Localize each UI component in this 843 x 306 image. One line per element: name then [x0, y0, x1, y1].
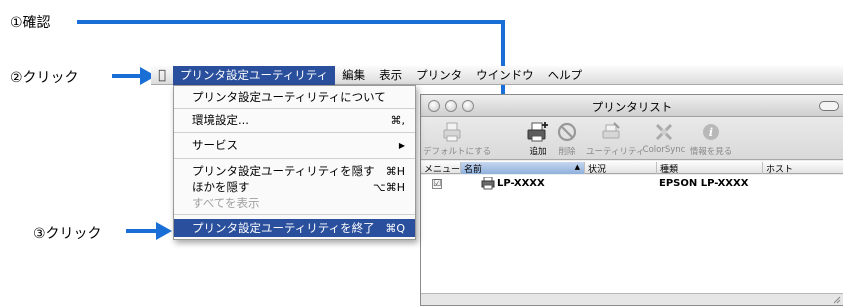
- annotation-step1-line-h: [77, 20, 505, 24]
- menu-separator: [174, 158, 415, 159]
- annotation-step2: ②クリック: [10, 70, 79, 86]
- default-button[interactable]: デフォルトにする: [423, 121, 491, 157]
- default-label: デフォルトにする: [423, 147, 492, 157]
- delete-label: 削除: [558, 147, 576, 157]
- annotation-step3-line: [126, 229, 158, 233]
- menu-item-hide-others[interactable]: ほかを隠す ⌥⌘H: [174, 179, 415, 195]
- submenu-arrow-icon: ▶: [398, 140, 405, 150]
- window-toolbar: デフォルトにする 追加 削除 ユーティリティ ColorSync i 情報を見る: [421, 118, 843, 160]
- menu-item-about[interactable]: プリンタ設定ユーティリティについて: [174, 89, 415, 105]
- printer-add-icon: [527, 122, 548, 142]
- list-header: メニュー 名前 ▲ 状況 種類 ホスト: [421, 161, 843, 175]
- menu-item-quit-label: プリンタ設定ユーティリティを終了: [192, 221, 375, 235]
- menu-help[interactable]: ヘルプ: [541, 66, 590, 85]
- printer-list-window: プリンタリスト デフォルトにする 追加 削除 ユーティリティ ColorSync…: [420, 94, 843, 306]
- menu-item-preferences-shortcut: ⌘,: [390, 113, 406, 127]
- menu-item-preferences[interactable]: 環境設定... ⌘,: [174, 112, 415, 128]
- menu-separator: [174, 108, 415, 109]
- menu-item-hide-app-shortcut: ⌘H: [385, 164, 405, 178]
- menu-separator: [174, 214, 415, 215]
- menu-printer[interactable]: プリンタ: [409, 66, 469, 85]
- menu-item-services[interactable]: サービス ▶: [174, 137, 415, 153]
- annotation-step2-line: [112, 74, 142, 78]
- column-menu[interactable]: メニュー: [421, 162, 461, 175]
- utility-label: ユーティリティ: [586, 147, 645, 157]
- menu-app[interactable]: プリンタ設定ユーティリティ: [173, 65, 336, 85]
- menu-separator: [174, 132, 415, 133]
- column-status[interactable]: 状況: [585, 162, 657, 175]
- menu-item-services-label: サービス: [192, 138, 238, 152]
- menu-edit[interactable]: 編集: [335, 66, 372, 85]
- svg-text:i: i: [709, 126, 713, 139]
- info-icon: i: [703, 124, 719, 140]
- menu-bar:  プリンタ設定ユーティリティ 編集 表示 プリンタ ウインドウ ヘルプ: [151, 65, 843, 85]
- menu-item-quit[interactable]: プリンタ設定ユーティリティを終了 ⌘Q: [174, 219, 415, 237]
- menu-item-hide-others-label: ほかを隠す: [192, 180, 250, 194]
- printer-name: LP-XXXX: [497, 178, 545, 189]
- column-name-label: 名前: [464, 165, 483, 175]
- table-row[interactable]: ☑ LP-XXXX EPSON LP-XXXX: [421, 177, 843, 191]
- annotation-step1: ①確認: [10, 15, 51, 31]
- column-name[interactable]: 名前 ▲: [461, 162, 585, 175]
- add-label: 追加: [529, 147, 547, 157]
- menu-item-show-all[interactable]: すべてを表示: [174, 195, 415, 211]
- printer-default-icon: [443, 122, 461, 142]
- column-kind[interactable]: 種類: [657, 162, 763, 175]
- window-titlebar: プリンタリスト: [421, 95, 843, 117]
- window-title: プリンタリスト: [591, 100, 673, 114]
- menu-item-preferences-label: 環境設定...: [192, 113, 249, 127]
- menu-item-hide-app-label: プリンタ設定ユーティリティを隠す: [192, 164, 375, 178]
- menu-view[interactable]: 表示: [372, 66, 409, 85]
- printer-icon: [481, 177, 495, 190]
- sort-ascending-icon: ▲: [574, 163, 580, 171]
- printer-list: ☑ LP-XXXX EPSON LP-XXXX: [421, 175, 843, 295]
- add-button[interactable]: 追加: [525, 121, 551, 157]
- menu-item-hide-others-shortcut: ⌥⌘H: [373, 180, 405, 194]
- toolbar-toggle-button[interactable]: [819, 101, 839, 111]
- delete-icon: [557, 122, 577, 142]
- info-label: 情報を見る: [689, 147, 733, 157]
- printer-kind: EPSON LP-XXXX: [659, 178, 749, 189]
- menu-window[interactable]: ウインドウ: [469, 66, 541, 85]
- utility-button[interactable]: ユーティリティ: [586, 121, 644, 157]
- delete-button[interactable]: 削除: [554, 121, 580, 157]
- colorsync-icon: [655, 123, 673, 141]
- utility-icon: [602, 122, 620, 139]
- annotation-step3-arrowhead: [156, 222, 172, 240]
- menu-item-hide-app[interactable]: プリンタ設定ユーティリティを隠す ⌘H: [174, 163, 415, 179]
- colorsync-button[interactable]: ColorSync: [642, 121, 686, 155]
- app-menu-dropdown: プリンタ設定ユーティリティについて 環境設定... ⌘, サービス ▶ プリンタ…: [173, 85, 416, 240]
- resize-grip-icon[interactable]: [831, 294, 841, 304]
- menu-item-quit-shortcut: ⌘Q: [385, 221, 405, 235]
- in-menu-checkbox[interactable]: ☑: [432, 179, 442, 189]
- column-host[interactable]: ホスト: [763, 162, 843, 175]
- apple-icon[interactable]: : [151, 66, 173, 85]
- colorsync-label: ColorSync: [642, 145, 686, 155]
- status-bar: [421, 293, 843, 305]
- annotation-step3: ③クリック: [33, 226, 102, 242]
- info-button[interactable]: i 情報を見る: [687, 121, 735, 157]
